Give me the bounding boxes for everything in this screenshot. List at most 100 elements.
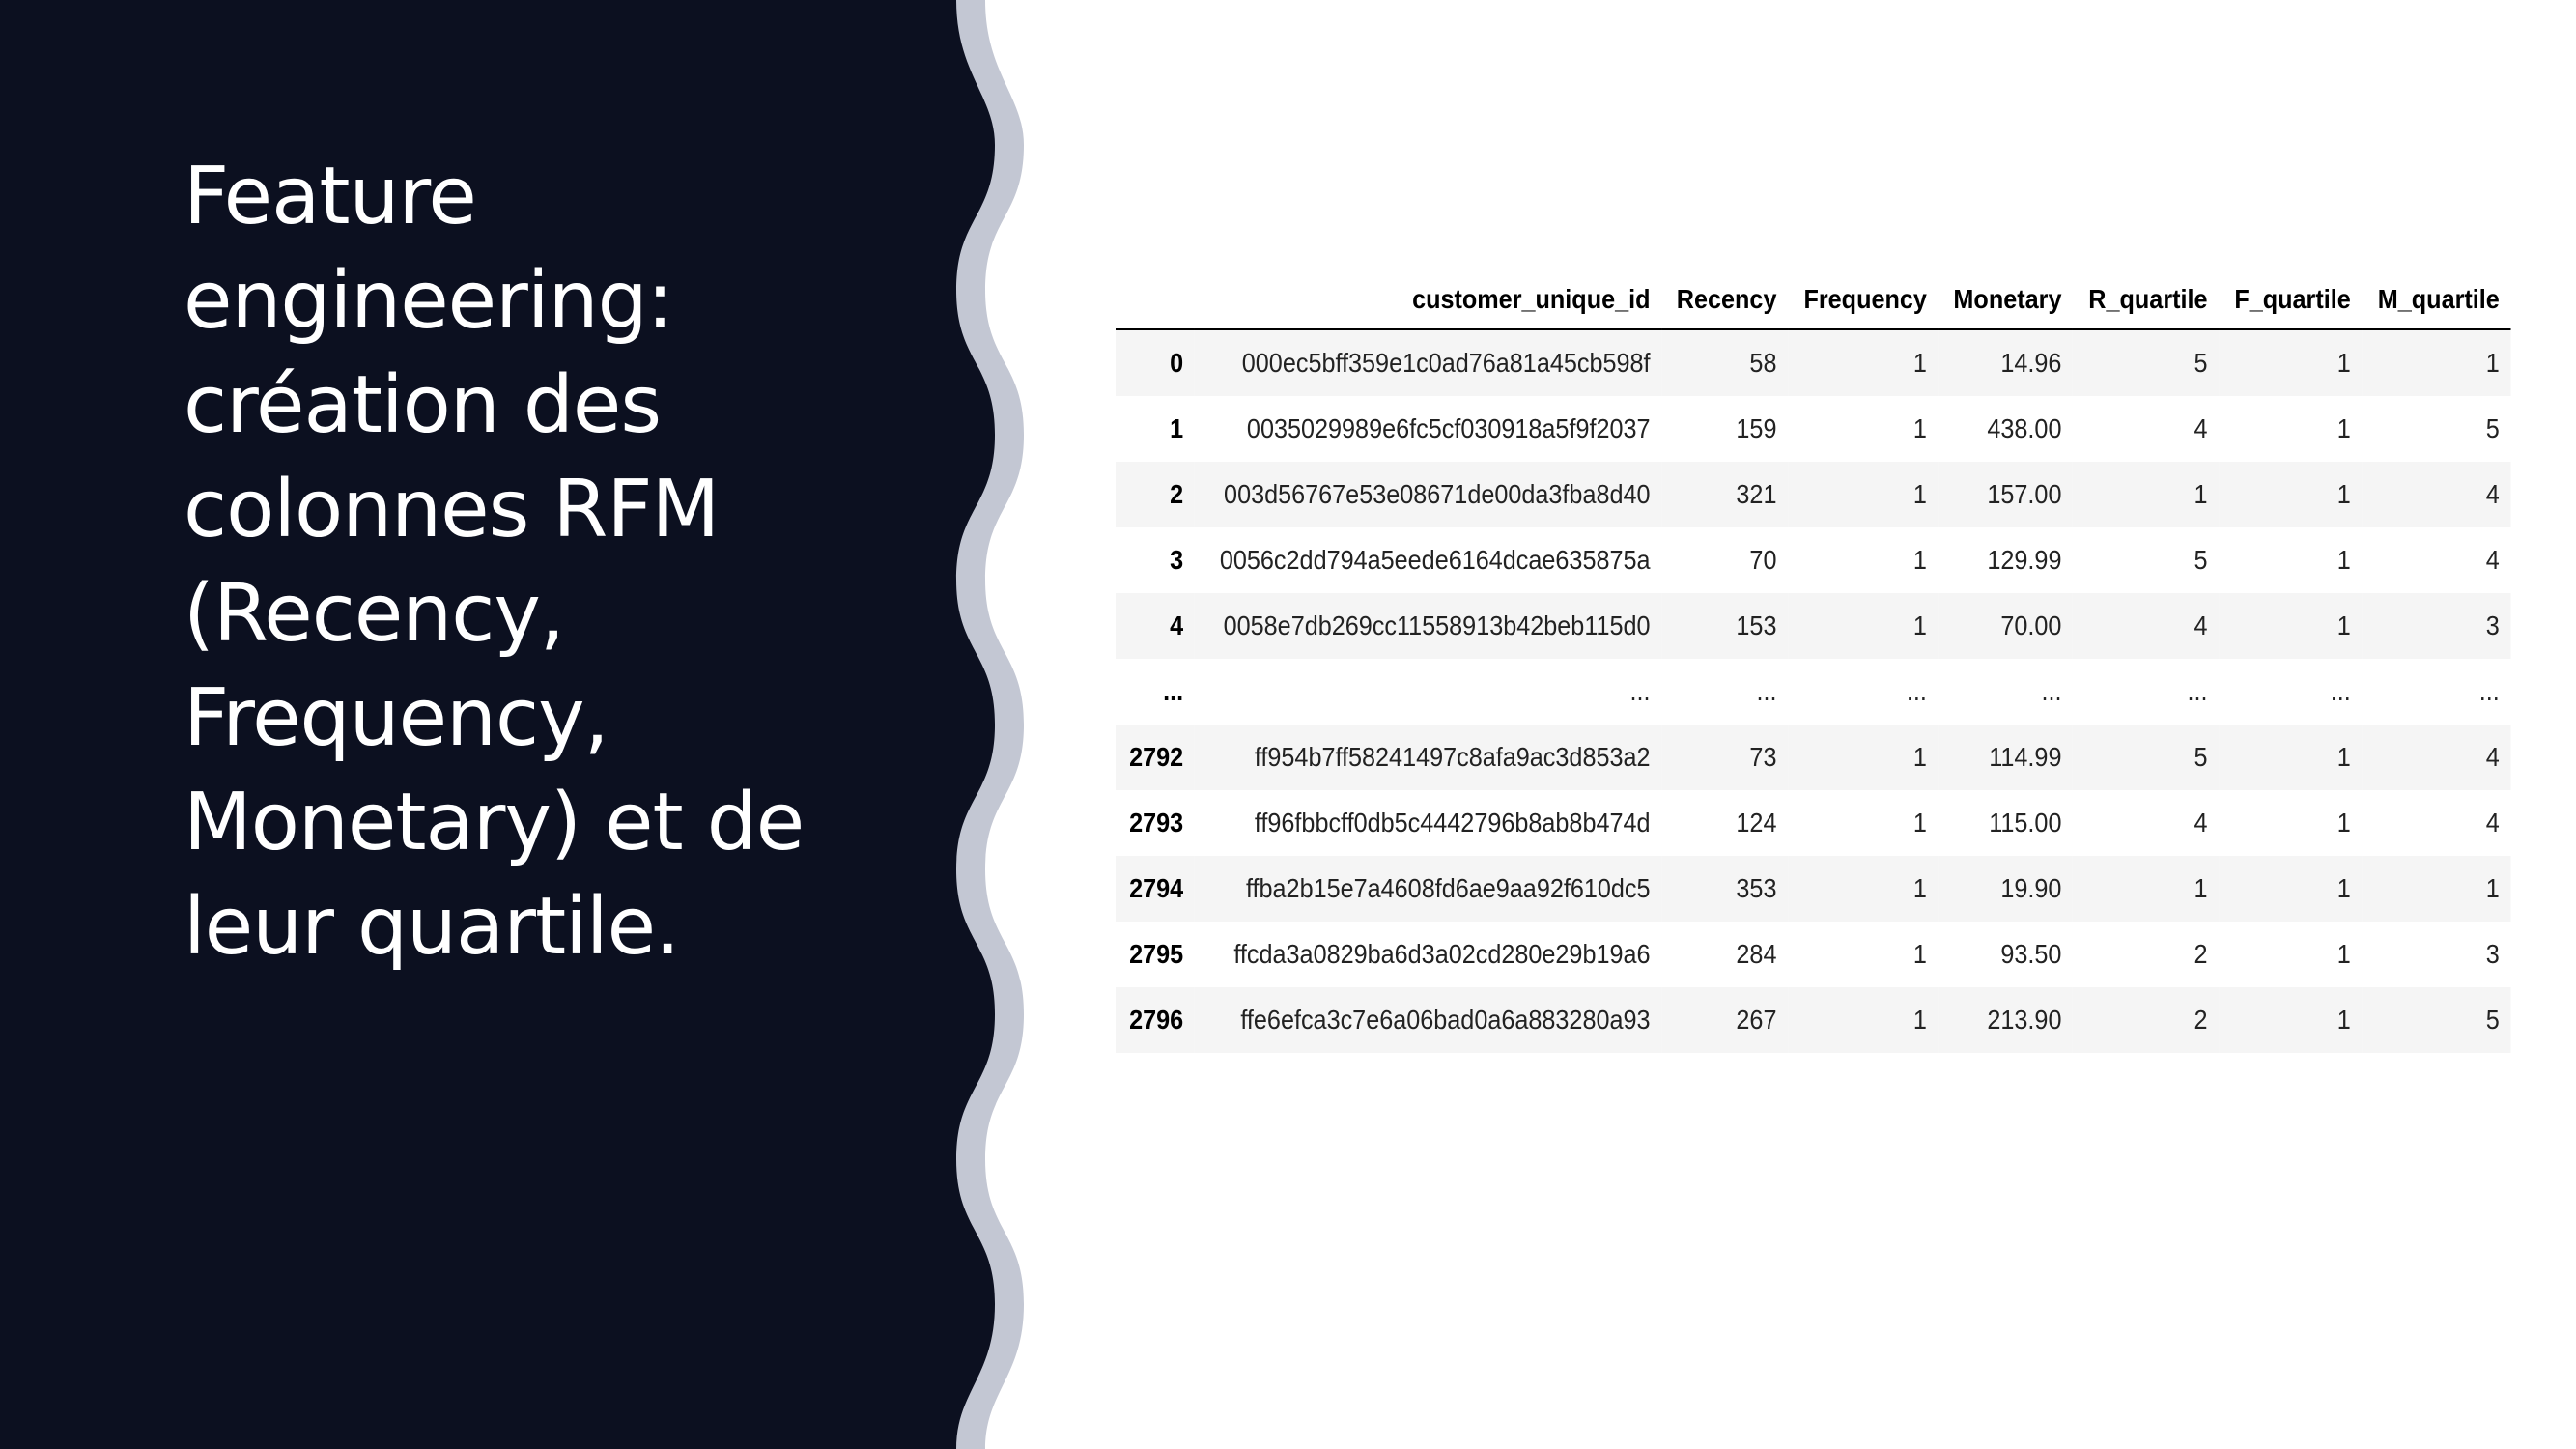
table-cell: 1	[2336, 611, 2351, 640]
table-cell: 4	[2194, 808, 2208, 838]
table-cell: 1	[2336, 413, 2351, 443]
table-cell: 157.00	[1987, 479, 2062, 509]
index-header-cell	[1116, 270, 1195, 330]
table-row: 2795 ffcda3a0829ba6d3a02cd280e29b19a6 284 1…	[1116, 922, 2511, 987]
table-cell: 1	[1912, 413, 1927, 443]
row-index-cell: 3	[1170, 545, 1184, 575]
table-cell: 213.90	[1987, 1005, 2062, 1035]
row-index-cell: 2794	[1129, 873, 1184, 903]
table-cell: ...	[1756, 676, 1777, 706]
table-cell: ffcda3a0829ba6d3a02cd280e29b19a6	[1233, 939, 1651, 969]
table-cell: 124	[1736, 808, 1777, 838]
table-cell: 267	[1736, 1005, 1777, 1035]
table-cell: 1	[2336, 873, 2351, 903]
table-row: 2792 ff954b7ff58241497c8afa9ac3d853a2 73 1 1…	[1116, 724, 2511, 790]
column-header-r-quartile: R_quartile	[2073, 270, 2220, 330]
column-header-recency: Recency	[1661, 270, 1789, 330]
table-cell: 1	[2194, 479, 2208, 509]
table-row: 2794 ffba2b15e7a4608fd6ae9aa92f610dc5 353 1…	[1116, 856, 2511, 922]
table-cell: 4	[2194, 413, 2208, 443]
table-row: 3 0056c2dd794a5eede6164dcae635875a 70 1 129.…	[1116, 527, 2511, 593]
row-index-cell: 1	[1170, 413, 1184, 443]
table-cell: 5	[2194, 742, 2208, 772]
table-cell: 1	[2336, 348, 2351, 378]
table-cell: ffe6efca3c7e6a06bad0a6a883280a93	[1240, 1005, 1651, 1035]
table-row: 0 000ec5bff359e1c0ad76a81a45cb598f 58 1 14.9…	[1116, 329, 2511, 396]
table-cell: 4	[2485, 545, 2500, 575]
table-cell: 5	[2485, 413, 2500, 443]
table-row: 1 0035029989e6fc5cf030918a5f9f2037 159 1 438…	[1116, 396, 2511, 462]
table-cell: 353	[1736, 873, 1777, 903]
table-cell: 1	[2336, 545, 2351, 575]
table-cell: 129.99	[1987, 545, 2062, 575]
table-row: 4 0058e7db269cc11558913b42beb115d0 153 1 70.…	[1116, 593, 2511, 659]
table-cell: 153	[1736, 611, 1777, 640]
table-cell: 2	[2194, 939, 2208, 969]
table-cell: 1	[1912, 545, 1927, 575]
table-cell: 1	[1912, 742, 1927, 772]
table-cell: 000ec5bff359e1c0ad76a81a45cb598f	[1241, 348, 1651, 378]
table-cell: 5	[2194, 348, 2208, 378]
table-cell: 4	[2485, 742, 2500, 772]
rfm-dataframe-table: customer_unique_id Recency Frequency Moneta…	[1116, 270, 2511, 1053]
rfm-table-container: customer_unique_id Recency Frequency Moneta…	[1116, 270, 2511, 1053]
row-index-cell: 2792	[1129, 742, 1184, 772]
table-cell: ffba2b15e7a4608fd6ae9aa92f610dc5	[1245, 873, 1651, 903]
table-cell: 1	[2336, 742, 2351, 772]
table-cell: 1	[1912, 479, 1927, 509]
table-cell: 58	[1749, 348, 1777, 378]
table-row: 2 003d56767e53e08671de00da3fba8d40 321 1 157…	[1116, 462, 2511, 527]
table-cell: 70	[1749, 545, 1777, 575]
table-cell: 438.00	[1987, 413, 2062, 443]
column-header-customer-unique-id: customer_unique_id	[1194, 270, 1662, 330]
table-cell: 115.00	[1989, 808, 2062, 838]
table-cell: 2	[2194, 1005, 2208, 1035]
table-cell: ...	[1906, 676, 1927, 706]
table-cell: 1	[1912, 1005, 1927, 1035]
table-cell: 1	[2485, 873, 2500, 903]
table-cell: 1	[2336, 1005, 2351, 1035]
column-header-m-quartile: M_quartile	[2362, 270, 2511, 330]
table-cell: ff954b7ff58241497c8afa9ac3d853a2	[1254, 742, 1651, 772]
table-cell: 5	[2485, 1005, 2500, 1035]
table-cell: 284	[1736, 939, 1777, 969]
title-panel: Feature engineering: création des colonn…	[0, 0, 1024, 1449]
table-cell: 1	[1912, 808, 1927, 838]
column-header-monetary: Monetary	[1938, 270, 2074, 330]
table-cell: 70.00	[2000, 611, 2062, 640]
table-cell: 4	[2194, 611, 2208, 640]
table-cell: 93.50	[2000, 939, 2062, 969]
row-index-cell: 4	[1170, 611, 1184, 640]
table-cell: 1	[1912, 873, 1927, 903]
column-header-frequency: Frequency	[1788, 270, 1939, 330]
table-cell: 73	[1749, 742, 1777, 772]
table-cell: 1	[2336, 808, 2351, 838]
table-cell: 0056c2dd794a5eede6164dcae635875a	[1219, 545, 1651, 575]
table-row: ........................	[1116, 659, 2511, 724]
table-cell: ...	[2330, 676, 2351, 706]
row-index-cell: 2793	[1129, 808, 1184, 838]
table-cell: 1	[2194, 873, 2208, 903]
row-index-cell: 2795	[1129, 939, 1184, 969]
table-row: 2796 ffe6efca3c7e6a06bad0a6a883280a93 267 1…	[1116, 987, 2511, 1053]
table-cell: ff96fbbcff0db5c4442796b8ab8b474d	[1254, 808, 1651, 838]
column-header-f-quartile: F_quartile	[2219, 270, 2363, 330]
table-cell: ...	[2041, 676, 2062, 706]
table-row: 2793 ff96fbbcff0db5c4442796b8ab8b474d 124 1…	[1116, 790, 2511, 856]
table-cell: 1	[1912, 611, 1927, 640]
header-row: customer_unique_id Recency Frequency Moneta…	[1116, 270, 2511, 330]
table-cell: 0035029989e6fc5cf030918a5f9f2037	[1246, 413, 1651, 443]
table-cell: 1	[1912, 348, 1927, 378]
row-index-cell: ...	[1163, 676, 1184, 706]
table-cell: 1	[2336, 939, 2351, 969]
table-cell: 1	[1912, 939, 1927, 969]
table-cell: 1	[2485, 348, 2500, 378]
table-cell: ...	[1629, 676, 1651, 706]
table-cell: 0058e7db269cc11558913b42beb115d0	[1223, 611, 1651, 640]
table-cell: ...	[2187, 676, 2208, 706]
row-index-cell: 2796	[1129, 1005, 1184, 1035]
table-cell: 3	[2485, 939, 2500, 969]
row-index-cell: 0	[1170, 348, 1184, 378]
row-index-cell: 2	[1170, 479, 1184, 509]
table-cell: 1	[2336, 479, 2351, 509]
